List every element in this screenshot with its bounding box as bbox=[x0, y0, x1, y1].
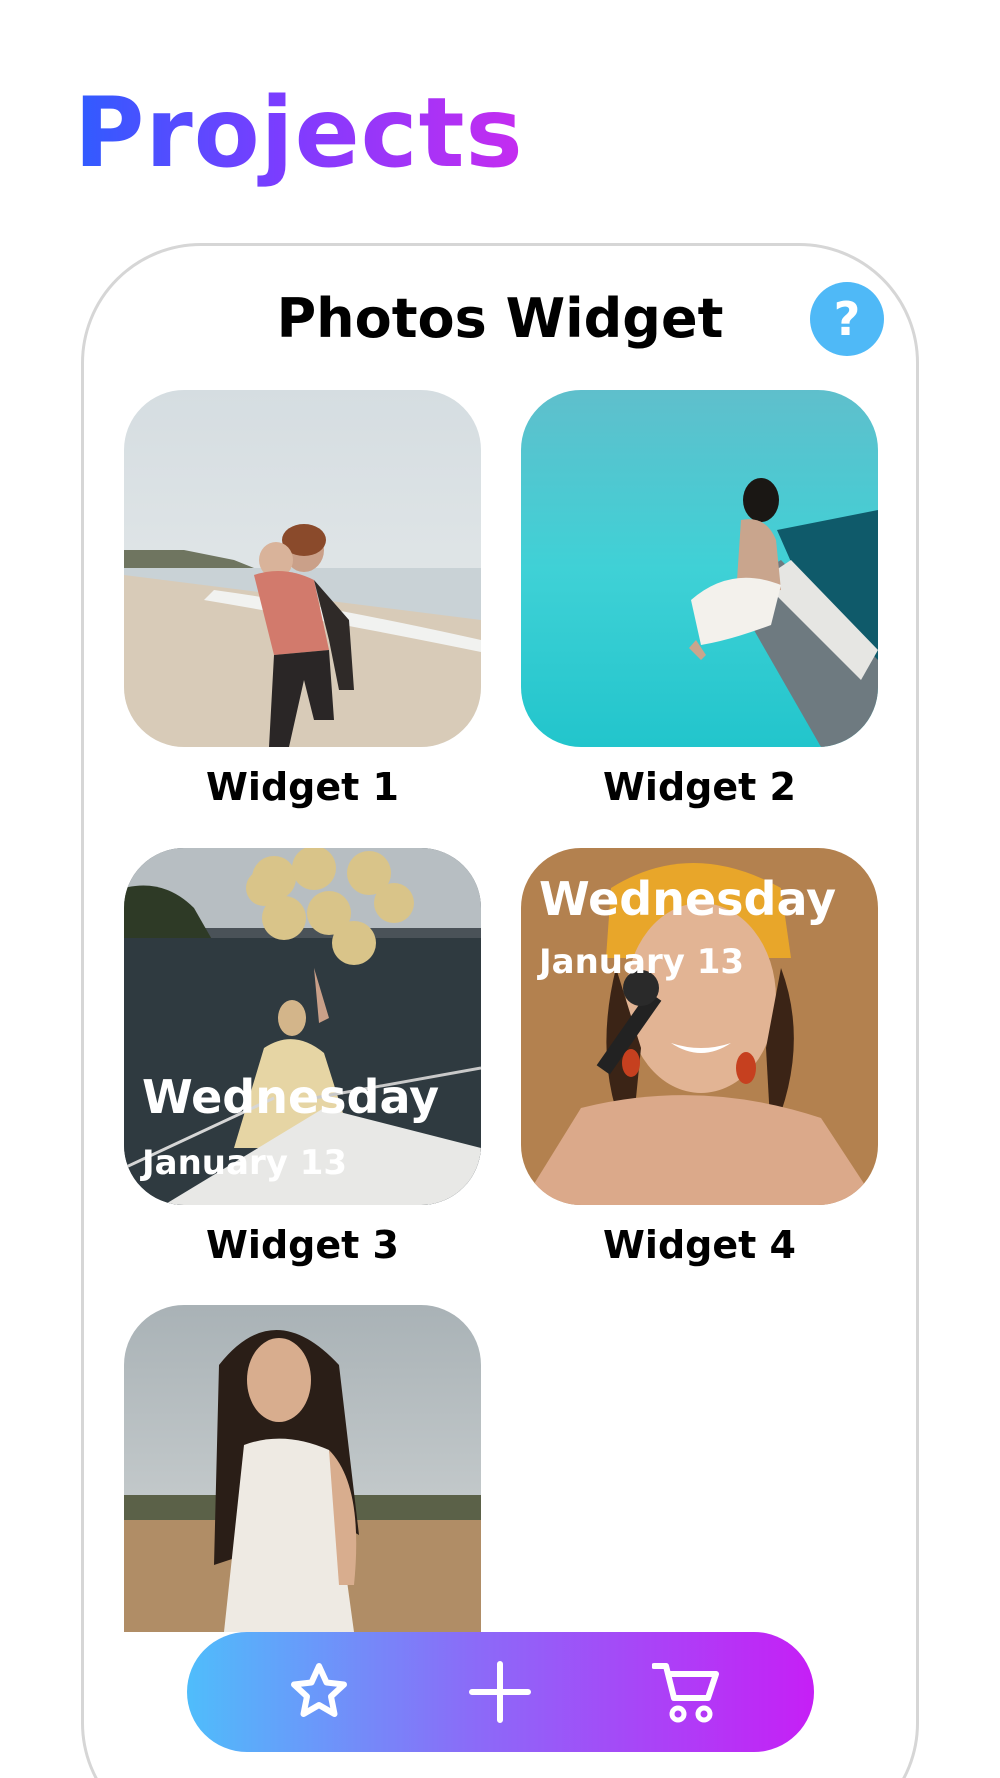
cart-icon bbox=[652, 1663, 719, 1723]
card-title: Photos Widget bbox=[276, 287, 724, 350]
widget-3-overlay-date: January 13 bbox=[142, 1143, 348, 1183]
question-icon: ? bbox=[833, 292, 861, 346]
widget-4-overlay-day: Wednesday bbox=[539, 872, 837, 926]
widget-3-overlay-day: Wednesday bbox=[142, 1070, 440, 1124]
cart-button[interactable] bbox=[647, 1652, 727, 1732]
help-button[interactable]: ? bbox=[810, 282, 884, 356]
widget-1-preview[interactable] bbox=[124, 390, 481, 747]
add-button[interactable] bbox=[460, 1652, 540, 1732]
favorites-button[interactable] bbox=[279, 1652, 359, 1732]
sea-woman-photo bbox=[521, 390, 878, 747]
plus-icon bbox=[469, 1661, 531, 1723]
field-woman-photo bbox=[124, 1305, 481, 1632]
widget-2-preview[interactable] bbox=[521, 390, 878, 747]
widget-5-preview[interactable] bbox=[124, 1305, 481, 1632]
beach-couple-photo bbox=[124, 390, 481, 747]
widget-4-overlay-date: January 13 bbox=[539, 942, 745, 982]
widget-4-label: Widget 4 bbox=[603, 1223, 796, 1267]
page-title: Projects bbox=[74, 77, 524, 189]
widget-1-label: Widget 1 bbox=[206, 765, 399, 809]
bottom-nav bbox=[187, 1632, 814, 1752]
star-icon bbox=[291, 1663, 347, 1717]
widget-3-label: Widget 3 bbox=[206, 1223, 399, 1267]
widget-2-label: Widget 2 bbox=[603, 765, 796, 809]
widget-4-preview[interactable]: Wednesday January 13 bbox=[521, 848, 878, 1205]
widget-3-preview[interactable]: Wednesday January 13 bbox=[124, 848, 481, 1205]
